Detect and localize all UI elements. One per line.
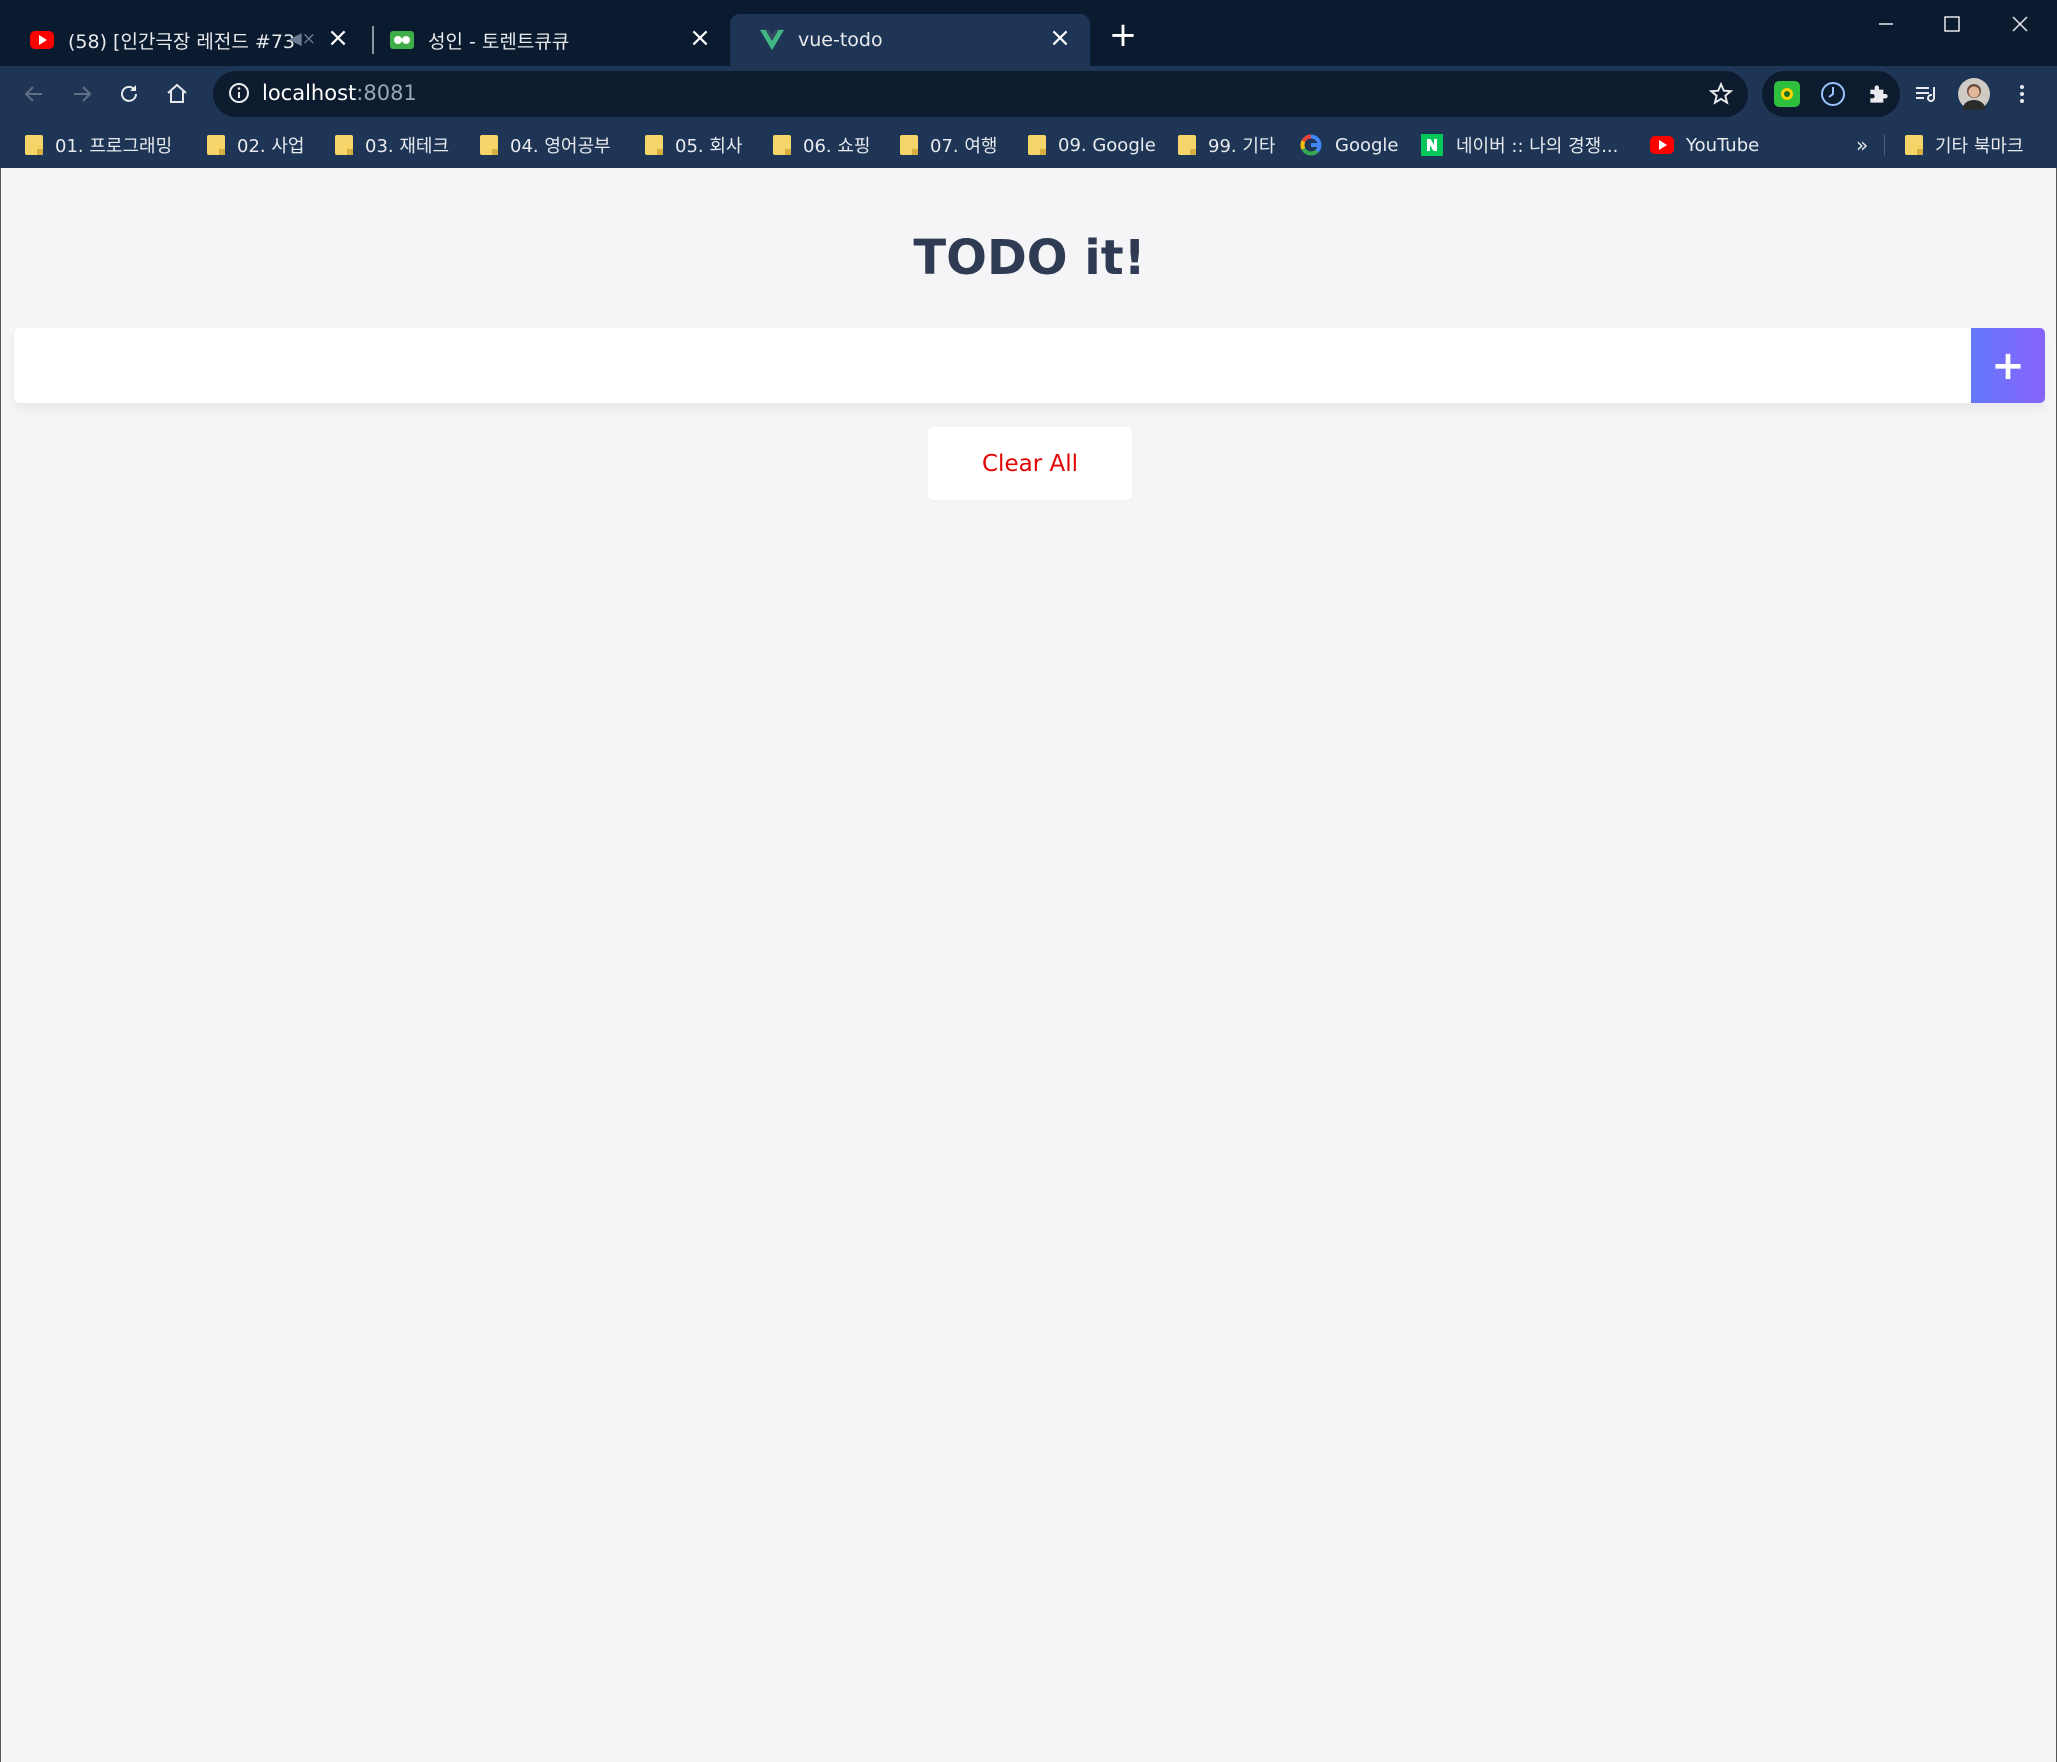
home-icon bbox=[167, 83, 187, 103]
site-info-icon[interactable] bbox=[227, 81, 251, 109]
bookmarks-bar: 01. 프로그래밍 02. 사업 03. 재테크 04. 영어공부 05. 회사… bbox=[0, 122, 2057, 168]
forward-button[interactable] bbox=[66, 78, 98, 110]
avatar-icon bbox=[1958, 78, 1990, 110]
bookmark-folder-shopping[interactable]: 06. 쇼핑 bbox=[773, 130, 870, 160]
bookmark-folder-travel[interactable]: 07. 여행 bbox=[900, 130, 997, 160]
bookmark-folder-investment[interactable]: 03. 재테크 bbox=[335, 130, 449, 160]
other-bookmarks-folder[interactable]: 기타 북마크 bbox=[1905, 130, 2024, 160]
more-vertical-icon bbox=[2020, 85, 2024, 103]
youtube-icon bbox=[1650, 133, 1674, 157]
reload-button[interactable] bbox=[113, 78, 145, 110]
google-icon bbox=[1299, 133, 1323, 157]
tab-vue-todo[interactable]: vue-todo × bbox=[730, 14, 1090, 66]
url-text: localhost:8081 bbox=[262, 81, 417, 105]
folder-icon bbox=[335, 135, 353, 155]
tab-strip: (58) [인간극장 레전드 #73-4 ◀× × 성인 - 토렌트큐큐 × v… bbox=[0, 0, 2057, 66]
bookmark-label: 03. 재테크 bbox=[365, 136, 450, 157]
bookmark-folder-google[interactable]: 09. Google bbox=[1028, 130, 1156, 160]
close-tab-icon[interactable]: × bbox=[688, 25, 712, 51]
tab-youtube[interactable]: (58) [인간극장 레전드 #73-4 ◀× × bbox=[0, 14, 368, 66]
clear-all-button[interactable]: Clear All bbox=[928, 427, 1132, 500]
tab-title: vue-todo bbox=[798, 29, 883, 51]
bookmark-youtube[interactable]: YouTube bbox=[1650, 130, 1759, 160]
bookmark-label: 네이버 :: 나의 경쟁... bbox=[1456, 136, 1619, 157]
folder-icon bbox=[900, 135, 918, 155]
bookmark-label: 99. 기타 bbox=[1208, 136, 1276, 157]
close-window-button[interactable] bbox=[1990, 8, 2050, 40]
bookmark-folder-programming[interactable]: 01. 프로그래밍 bbox=[25, 130, 172, 160]
bookmark-label: 06. 쇼핑 bbox=[803, 136, 871, 157]
tab-title: 성인 - 토렌트큐큐 bbox=[428, 30, 570, 53]
close-tab-icon[interactable]: × bbox=[326, 25, 350, 51]
bookmark-naver[interactable]: 네이버 :: 나의 경쟁... bbox=[1420, 130, 1618, 160]
url-host: localhost bbox=[262, 81, 357, 105]
back-arrow-icon bbox=[24, 86, 42, 102]
chevron-double-right-icon: » bbox=[1856, 133, 1869, 157]
green-extension-icon[interactable] bbox=[1774, 81, 1800, 107]
maximize-button[interactable] bbox=[1922, 8, 1982, 40]
page-title: TODO it! bbox=[913, 230, 1146, 286]
clear-all-label: Clear All bbox=[982, 450, 1078, 477]
reload-icon bbox=[121, 85, 137, 102]
folder-icon bbox=[480, 135, 498, 155]
bookmark-label: 01. 프로그래밍 bbox=[55, 136, 173, 157]
page-content: TODO it! + Clear All bbox=[0, 168, 2057, 1762]
tab-title: (58) [인간극장 레전드 #73-4 bbox=[68, 30, 298, 53]
browser-toolbar: localhost:8081 bbox=[0, 66, 2057, 122]
bookmark-label: 04. 영어공부 bbox=[510, 136, 611, 157]
puzzle-extensions-icon[interactable] bbox=[1866, 81, 1892, 107]
todo-input-container: + bbox=[14, 328, 2045, 403]
torrent-site-icon bbox=[390, 28, 414, 52]
bookmark-label: 02. 사업 bbox=[237, 136, 305, 157]
bookmark-label: 07. 여행 bbox=[930, 136, 998, 157]
extensions-area bbox=[1762, 71, 1900, 117]
add-todo-button[interactable]: + bbox=[1971, 328, 2045, 403]
muted-speaker-icon[interactable]: ◀× bbox=[289, 29, 316, 49]
bookmark-folder-english[interactable]: 04. 영어공부 bbox=[480, 130, 611, 160]
bookmark-folder-etc[interactable]: 99. 기타 bbox=[1178, 130, 1275, 160]
naver-icon bbox=[1420, 133, 1444, 157]
tab-torrent[interactable]: 성인 - 토렌트큐큐 × bbox=[360, 14, 730, 66]
folder-icon bbox=[207, 135, 225, 155]
more-bookmarks-button[interactable]: » bbox=[1856, 130, 1868, 160]
home-button[interactable] bbox=[161, 78, 193, 110]
profile-avatar[interactable] bbox=[1958, 78, 1990, 110]
youtube-icon bbox=[30, 28, 54, 52]
browser-menu-button[interactable] bbox=[2006, 78, 2038, 110]
back-button[interactable] bbox=[18, 78, 50, 110]
bookmark-label: 05. 회사 bbox=[675, 136, 743, 157]
folder-icon bbox=[25, 135, 43, 155]
plus-icon: + bbox=[1991, 342, 2025, 389]
bookmark-folder-company[interactable]: 05. 회사 bbox=[645, 130, 742, 160]
playlist-icon bbox=[1916, 87, 1936, 102]
clock-extension-icon[interactable] bbox=[1820, 81, 1846, 107]
minimize-button[interactable] bbox=[1855, 8, 1915, 40]
vue-icon bbox=[760, 28, 784, 52]
url-port: :8081 bbox=[356, 81, 417, 105]
close-tab-icon[interactable]: × bbox=[1048, 25, 1072, 51]
bookmark-folder-business[interactable]: 02. 사업 bbox=[207, 130, 304, 160]
todo-input[interactable] bbox=[14, 328, 1971, 403]
address-bar[interactable]: localhost:8081 bbox=[213, 71, 1748, 117]
bookmarks-divider bbox=[1884, 134, 1885, 156]
folder-icon bbox=[1178, 135, 1196, 155]
bookmark-label: 기타 북마크 bbox=[1935, 136, 2024, 157]
bookmark-google[interactable]: Google bbox=[1299, 130, 1398, 160]
bookmark-label: Google bbox=[1335, 134, 1399, 156]
folder-icon bbox=[773, 135, 791, 155]
media-control-button[interactable] bbox=[1910, 78, 1942, 110]
folder-icon bbox=[645, 135, 663, 155]
bookmark-star-icon[interactable] bbox=[1708, 81, 1734, 111]
new-tab-button[interactable]: + bbox=[1108, 18, 1138, 52]
folder-icon bbox=[1905, 135, 1923, 155]
folder-icon bbox=[1028, 135, 1046, 155]
bookmark-label: 09. Google bbox=[1058, 134, 1156, 156]
bookmark-label: YouTube bbox=[1686, 134, 1760, 156]
forward-arrow-icon bbox=[74, 86, 92, 102]
